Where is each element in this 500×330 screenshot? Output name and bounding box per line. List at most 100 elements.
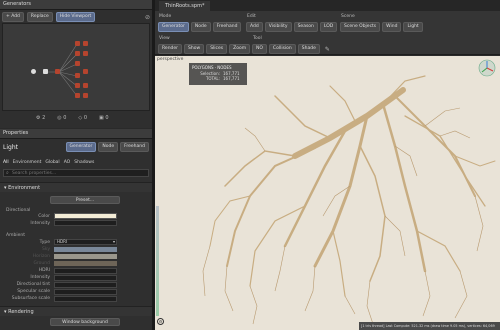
rendering-section-header[interactable]: ▾ Rendering xyxy=(0,306,152,316)
hide-viewport-label: Hide Viewport xyxy=(59,14,92,19)
sky-swatch[interactable] xyxy=(54,247,117,252)
directional-tint-field[interactable] xyxy=(54,281,117,288)
branch-node[interactable] xyxy=(55,69,60,74)
scene-wind-tool[interactable]: Wind xyxy=(382,22,402,32)
edit-lod-tool[interactable]: LOD xyxy=(319,22,338,32)
replace-generator-button[interactable]: Replace xyxy=(26,12,53,22)
hide-viewport-button[interactable]: Hide Viewport xyxy=(55,12,96,22)
root-branches xyxy=(209,75,496,297)
ambient-row-sky: Sky xyxy=(0,246,152,253)
branch-node[interactable] xyxy=(83,83,88,88)
ambient-row-directional-tint: Directional tint xyxy=(0,281,152,288)
mode-freehand-tool[interactable]: Freehand xyxy=(212,22,242,32)
root-model xyxy=(202,75,496,325)
count-value: 0 xyxy=(83,115,88,121)
mode-generator-tool[interactable]: Generator xyxy=(158,22,189,32)
view-show-tool[interactable]: Show xyxy=(184,44,205,54)
mode-freehand-button[interactable]: Freehand xyxy=(120,142,149,152)
environment-section-header[interactable]: ▾ Environment xyxy=(0,182,152,192)
ambient-type-label: Type xyxy=(39,240,50,245)
view-group: Render Show Slices Zoom xyxy=(158,44,251,54)
ground-swatch[interactable] xyxy=(54,261,117,266)
scene-objects-tool[interactable]: Scene Objects xyxy=(340,22,381,32)
generator-graph[interactable] xyxy=(2,23,150,111)
ambient-row-intensity: Intensity xyxy=(0,274,152,281)
horizon-swatch[interactable] xyxy=(54,254,117,259)
ambient-row-horizon: Horizon xyxy=(0,253,152,260)
properties-search[interactable]: ⌕ Search properties... xyxy=(3,169,149,177)
mode-node-tool[interactable]: Node xyxy=(190,22,211,32)
chevron-down-icon: ▾ xyxy=(112,239,115,244)
subtab-environment[interactable]: Environment xyxy=(13,160,42,165)
add-label: Add xyxy=(11,14,20,19)
viewport-settings-icon[interactable]: ⚙ xyxy=(157,318,164,325)
settings-icon[interactable]: ⊘ xyxy=(145,14,150,21)
branch-node[interactable] xyxy=(75,41,80,46)
viewport[interactable]: perspective POLYGONS · NODES Selection: 1… xyxy=(155,56,500,330)
subtab-ao[interactable]: AO xyxy=(64,160,71,165)
row-label: Sky xyxy=(42,247,50,252)
view-zoom-tool[interactable]: Zoom xyxy=(229,44,251,54)
edit-season-tool[interactable]: Season xyxy=(293,22,318,32)
branch-node[interactable] xyxy=(83,93,88,98)
branch-node[interactable] xyxy=(75,93,80,98)
document-tabbar: ThinRoots.spm* xyxy=(155,0,500,11)
trunk-node[interactable] xyxy=(43,69,48,74)
generators-toolbar: + Add Replace Hide Viewport ⊘ xyxy=(2,12,150,22)
branch-node[interactable] xyxy=(75,51,80,56)
scene-light-tool[interactable]: Light xyxy=(403,22,423,32)
specular-scale-field[interactable] xyxy=(54,288,117,295)
branch-node[interactable] xyxy=(75,61,80,66)
hdri-field[interactable] xyxy=(54,267,117,274)
tool-shade-tool[interactable]: Shade xyxy=(297,44,320,54)
mode-generator-button[interactable]: Generator xyxy=(65,142,97,152)
directional-heading: Directional xyxy=(6,208,31,213)
ambient-row-specular: Specular scale xyxy=(0,288,152,295)
subsurface-scale-field[interactable] xyxy=(54,295,117,302)
document-tab[interactable]: ThinRoots.spm* xyxy=(159,1,211,11)
branch-node[interactable] xyxy=(83,51,88,56)
window-background-button[interactable]: Window background xyxy=(50,318,120,326)
document-tab-title: ThinRoots.spm* xyxy=(165,3,205,9)
generators-footer: ⚙ 2 ◎ 0 ◇ 0 ▣ 0 xyxy=(36,115,109,121)
row-label: Directional tint xyxy=(16,282,50,287)
mode-group: Generator Node Freehand xyxy=(158,22,242,32)
branch-node[interactable] xyxy=(83,41,88,46)
view-group-label: View xyxy=(159,36,170,41)
add-generator-button[interactable]: + Add xyxy=(2,12,24,22)
subtab-all[interactable]: All xyxy=(3,160,9,165)
mode-node-button[interactable]: Node xyxy=(98,142,119,152)
row-label: Ground xyxy=(33,261,50,266)
directional-intensity-field[interactable] xyxy=(54,220,117,226)
edit-group-label: Edit xyxy=(247,14,256,19)
tool-no-tool[interactable]: NO xyxy=(252,44,267,54)
status-text: [1 tris thread] Last Compute: 521.32 ms … xyxy=(361,324,495,328)
subtab-global[interactable]: Global xyxy=(45,160,59,165)
intensity-field[interactable] xyxy=(54,274,117,281)
preset-button[interactable]: Preset... xyxy=(50,196,120,204)
generator-graph-links xyxy=(45,43,78,97)
branch-node[interactable] xyxy=(83,69,88,74)
edit-add-tool[interactable]: Add xyxy=(246,22,263,32)
ambient-row-ground: Ground xyxy=(0,260,152,267)
count-value: 2 xyxy=(42,115,46,121)
directional-color-swatch[interactable] xyxy=(54,213,117,219)
viewport-scale-bar xyxy=(156,206,159,316)
tool-collision-tool[interactable]: Collision xyxy=(268,44,296,54)
branch-node[interactable] xyxy=(75,83,80,88)
subtab-shadows[interactable]: Shadows xyxy=(74,160,94,165)
tool-group-label: Tool xyxy=(253,36,262,41)
status-bar: [1 tris thread] Last Compute: 521.32 ms … xyxy=(359,322,500,330)
pencil-icon[interactable]: ✎ xyxy=(325,46,330,53)
main-toolbar: Mode Generator Node Freehand Edit Add Vi… xyxy=(155,11,500,55)
branch-node[interactable] xyxy=(75,73,80,78)
view-render-tool[interactable]: Render xyxy=(158,44,183,54)
root-node[interactable] xyxy=(31,69,36,74)
row-label: Subsurface scale xyxy=(11,296,50,301)
edit-visibility-tool[interactable]: Visibility xyxy=(264,22,292,32)
view-slices-tool[interactable]: Slices xyxy=(206,44,228,54)
row-label: Intensity xyxy=(30,275,50,280)
ambient-type-select[interactable]: HDRI ▾ xyxy=(54,239,117,245)
mode-group-label: Mode xyxy=(159,14,172,19)
tool-group: NO Collision Shade ✎ xyxy=(252,44,330,54)
